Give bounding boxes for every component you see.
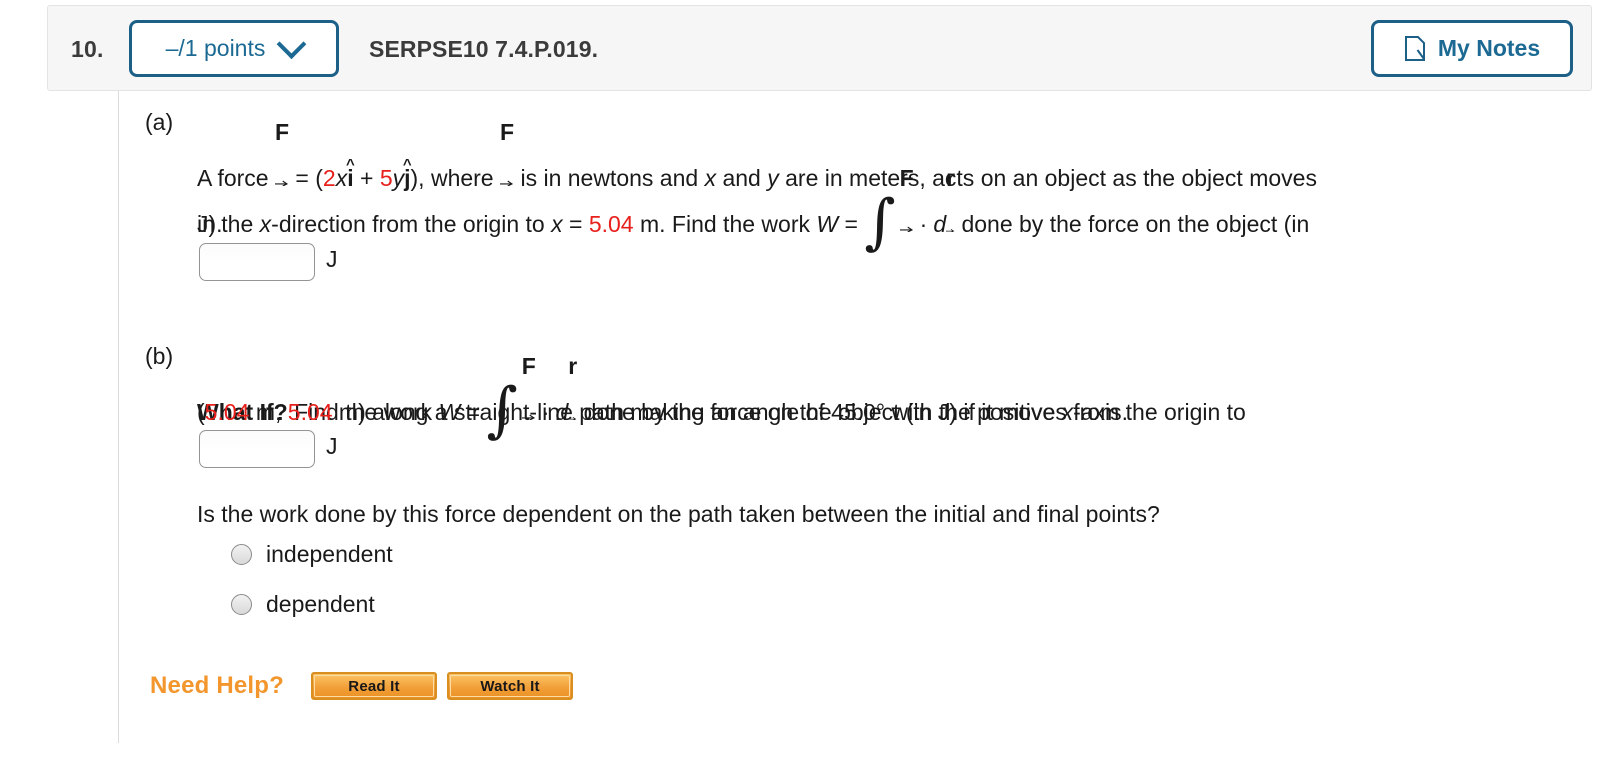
option-independent[interactable]: independent [231, 541, 393, 568]
part-a-l2-text-b: -direction from the origin to [271, 211, 552, 237]
part-b-axis: -axis. [1073, 399, 1129, 425]
vector-arrow-icon [946, 228, 955, 233]
part-b-m2: m) along a straight-line path making an … [332, 399, 1062, 425]
vector-arrow-icon [899, 226, 913, 233]
part-b-answer-input[interactable] [199, 430, 315, 468]
my-notes-button[interactable]: My Notes [1371, 20, 1573, 77]
question-body: (a) A force F = (2xi ^ + 5yj ^), where F i… [118, 91, 1592, 743]
watch-it-button[interactable]: Watch It [447, 672, 573, 700]
part-a-label: (a) [145, 109, 174, 135]
force-vector-symbol-3: F [899, 155, 914, 247]
watch-it-label: Watch It [450, 675, 570, 697]
dot-product-icon: · [919, 211, 928, 237]
part-a-line-2: in the x-direction from the origin to x … [197, 155, 1597, 252]
part-b-m1: m, [249, 399, 288, 425]
var-x-3: x [259, 211, 272, 237]
part-a-answer-input[interactable] [199, 243, 315, 281]
option-dependent-label: dependent [266, 591, 375, 617]
part-a-l2-eq: = [562, 211, 589, 237]
read-it-label: Read It [314, 675, 434, 697]
my-notes-label: My Notes [1437, 35, 1541, 61]
value-5-04-b2: 5.04 [287, 399, 333, 425]
var-W: W [816, 211, 839, 237]
differential-d: d [933, 211, 947, 237]
radio-button-dependent[interactable] [231, 594, 252, 615]
option-independent-label: independent [266, 541, 393, 567]
option-dependent[interactable]: dependent [231, 591, 375, 618]
value-5-04-b1: 5.04 [204, 399, 250, 425]
need-help-label: Need Help? [150, 672, 285, 699]
part-b-label: (b) [145, 343, 174, 369]
points-label: –/1 points [165, 35, 266, 61]
question-panel: 10. –/1 points SERPSE10 7.4.P.019. My No… [0, 0, 1620, 770]
var-x-4: x [551, 211, 563, 237]
value-5-04: 5.04 [588, 211, 634, 237]
part-a-l2-eq2: = [838, 211, 865, 237]
part-b-sub-question: Is the work done by this force dependent… [197, 501, 1160, 527]
part-a-answer-unit: J [326, 246, 338, 272]
question-number: 10. [71, 36, 104, 62]
read-it-button[interactable]: Read It [311, 672, 437, 700]
question-header: 10. –/1 points SERPSE10 7.4.P.019. My No… [47, 5, 1592, 91]
part-b-paren: ( [197, 399, 205, 425]
part-b-answer-unit: J [326, 433, 338, 459]
var-x-5: x [1061, 399, 1074, 425]
points-dropdown-button[interactable]: –/1 points [129, 20, 339, 77]
question-code: SERPSE10 7.4.P.019. [369, 36, 599, 62]
part-b-line-2: (5.04 m, 5.04 m) along a straight-line p… [197, 389, 1597, 435]
note-page-icon [1404, 35, 1426, 62]
displacement-vector-symbol: r [946, 155, 955, 247]
part-a-line-3: J). [197, 211, 223, 237]
chevron-down-icon [277, 29, 307, 60]
radio-button-independent[interactable] [231, 544, 252, 565]
part-a-l2-text-d: m. Find the work [633, 211, 817, 237]
part-a-l2-text-f: done by the force on the object (in [955, 211, 1310, 237]
